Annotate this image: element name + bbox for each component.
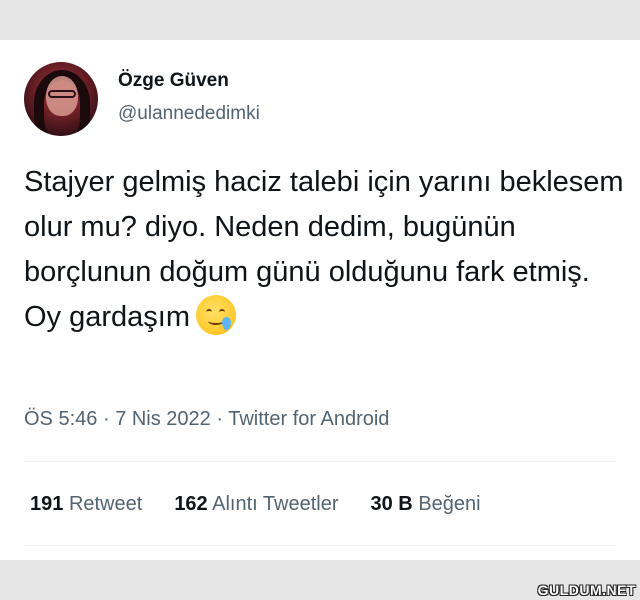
- tweet-stats: 191 Retweet 162 Alıntı Tweetler 30 B Beğ…: [30, 493, 481, 516]
- quotes-label: Alıntı Tweetler: [212, 493, 339, 515]
- tweet-card: Özge Güven @ulannededimki Stajyer gelmiş…: [0, 40, 640, 560]
- author-handle[interactable]: @ulannededimki: [118, 103, 260, 125]
- retweets-count: 191: [30, 493, 64, 515]
- tweet-time[interactable]: ÖS 5:46: [24, 408, 97, 430]
- divider: [24, 545, 616, 546]
- likes-label: Beğeni: [418, 493, 481, 515]
- retweets-stat[interactable]: 191 Retweet: [30, 493, 142, 516]
- quotes-stat[interactable]: 162 Alıntı Tweetler: [174, 493, 338, 516]
- tweet-source[interactable]: Twitter for Android: [228, 408, 389, 430]
- avatar-glasses: [48, 90, 76, 98]
- tweet-body: Stajyer gelmiş haciz talebi için yarını …: [24, 166, 624, 333]
- likes-count: 30 B: [370, 493, 413, 515]
- author-name[interactable]: Özge Güven: [118, 70, 229, 92]
- meta-separator: ·: [216, 408, 224, 430]
- retweets-label: Retweet: [68, 493, 143, 515]
- avatar[interactable]: [24, 62, 98, 136]
- tweet-meta: ÖS 5:46 · 7 Nis 2022 · Twitter for Andro…: [24, 408, 389, 431]
- quotes-count: 162: [174, 493, 208, 515]
- likes-stat[interactable]: 30 B Beğeni: [371, 493, 481, 516]
- meta-separator: ·: [102, 408, 110, 430]
- tweet-text: Stajyer gelmiş haciz talebi için yarını …: [24, 160, 624, 340]
- tweet-date[interactable]: 7 Nis 2022: [115, 408, 211, 430]
- smiling-face-with-tear-icon: [196, 295, 236, 336]
- divider: [24, 461, 616, 462]
- site-watermark: GULDUM.NET: [537, 582, 636, 598]
